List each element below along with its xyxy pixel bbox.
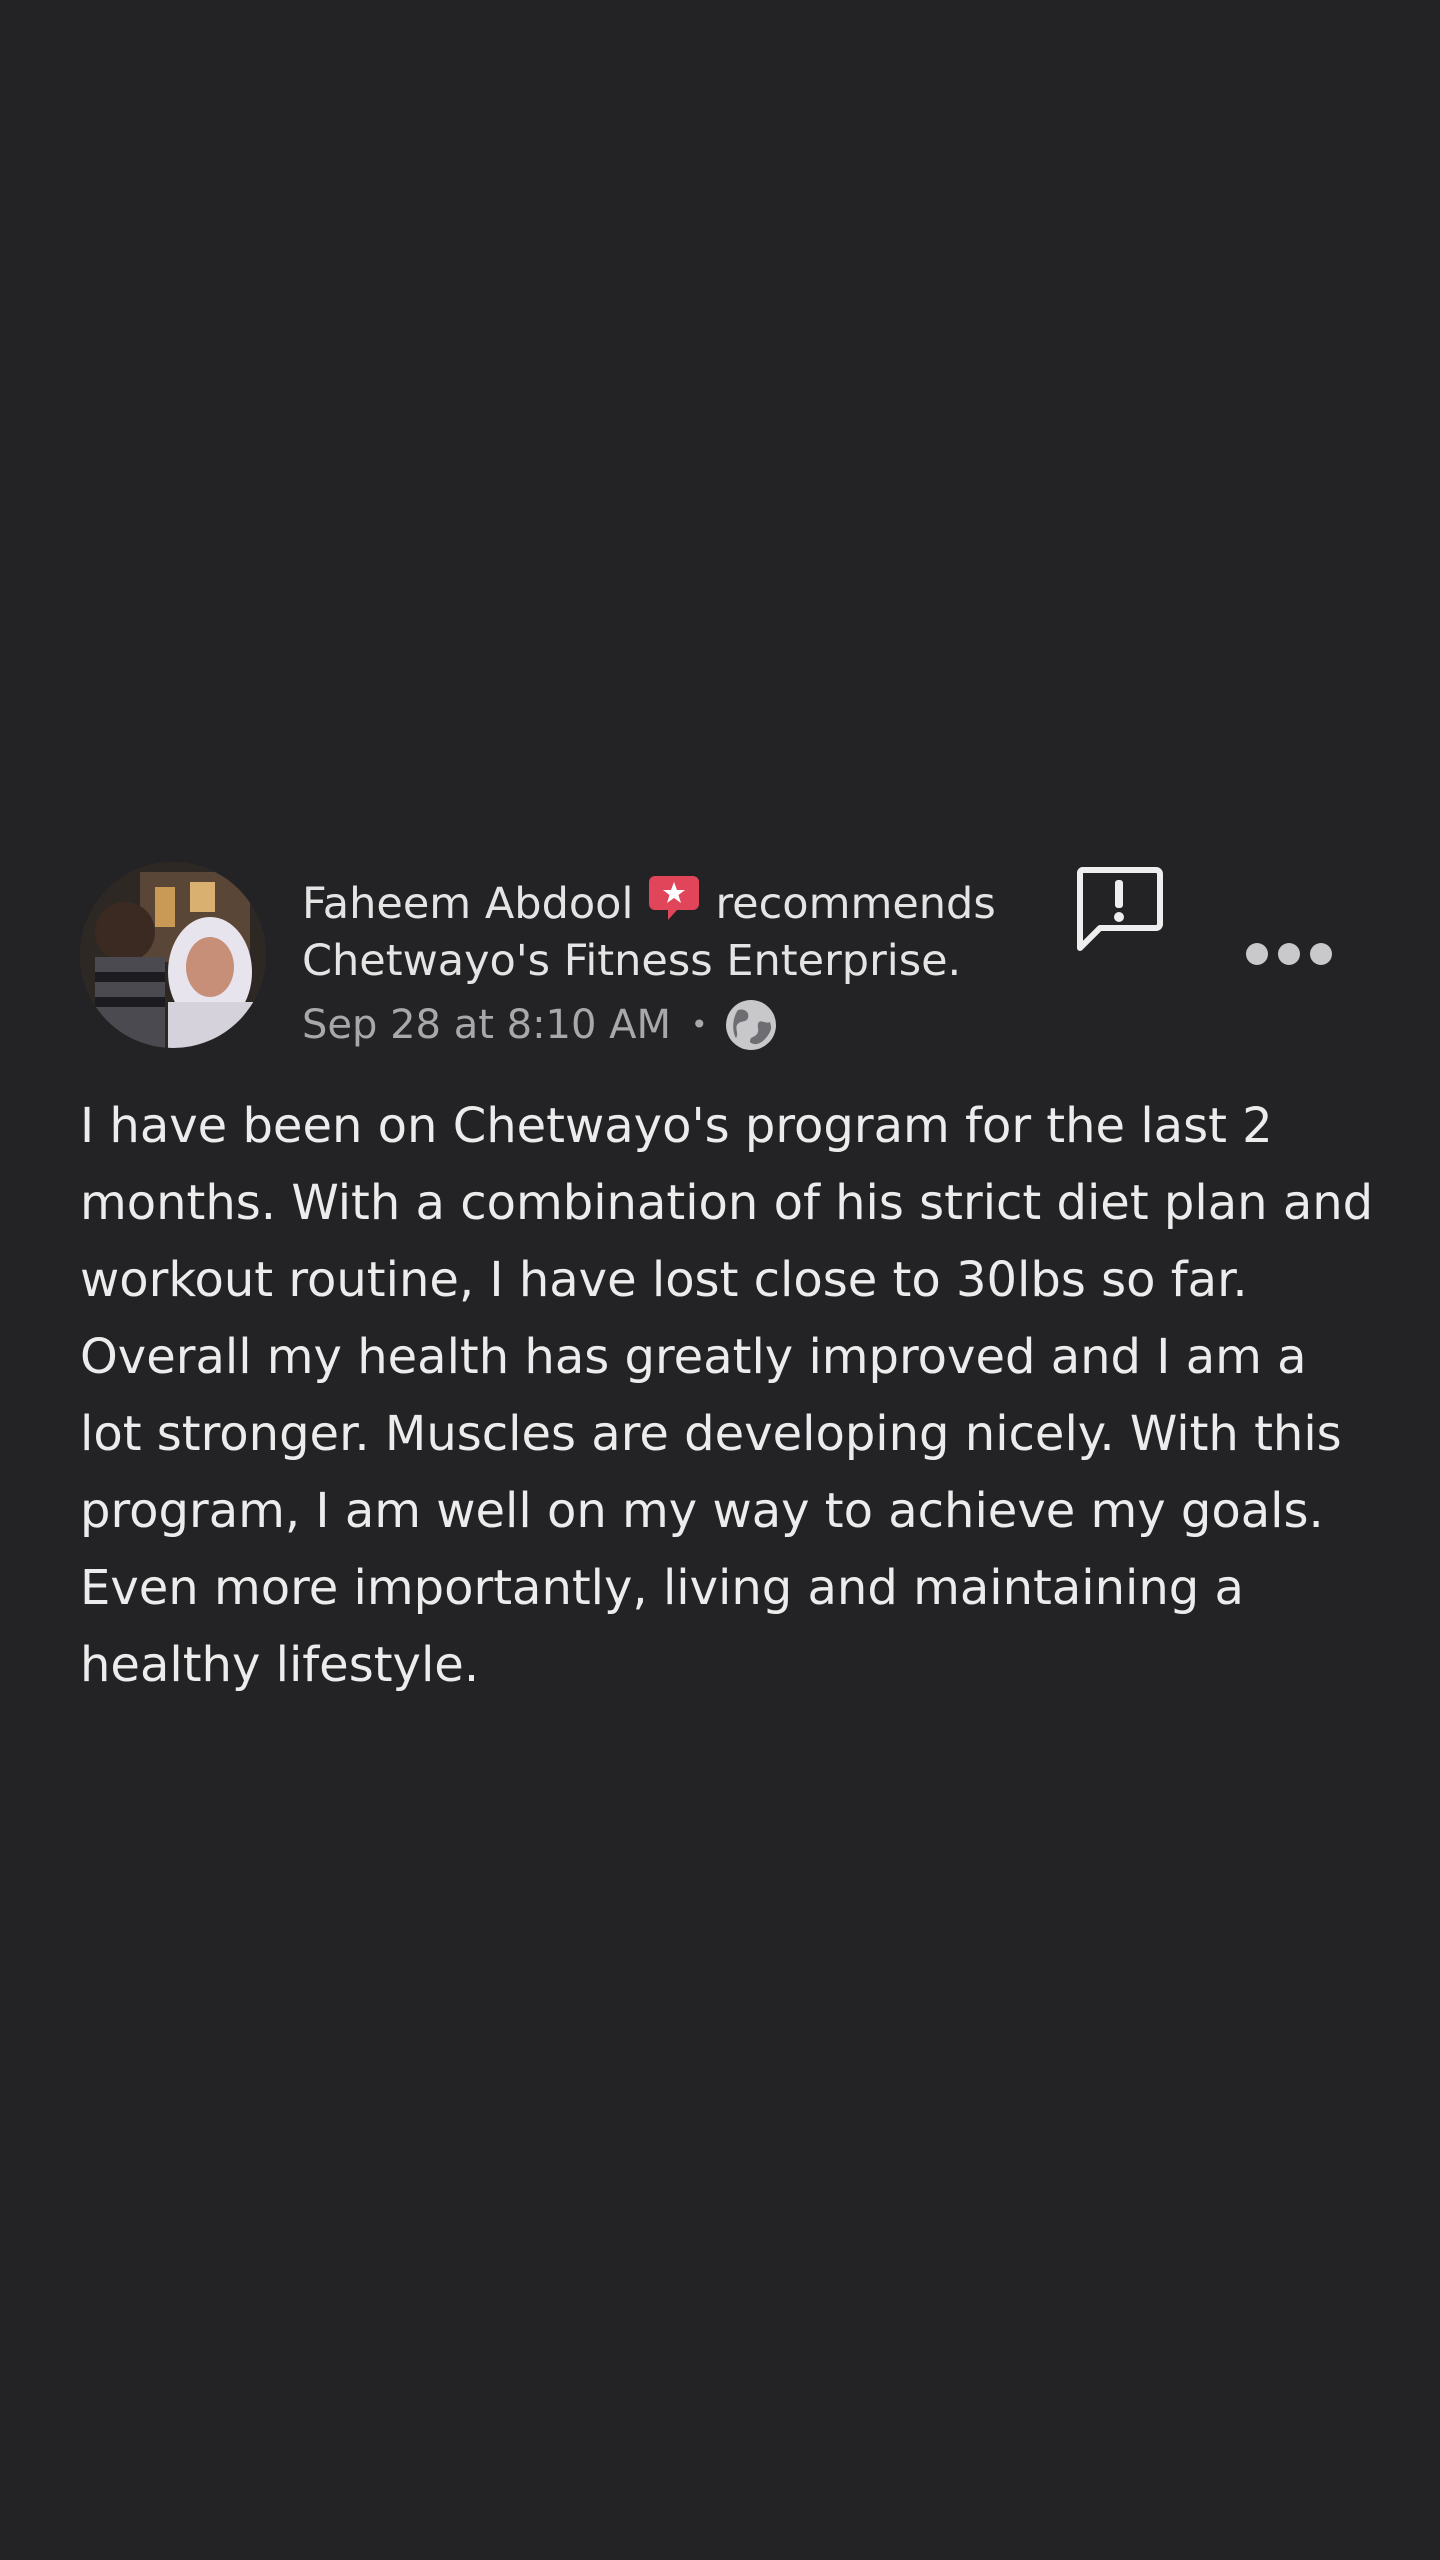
post-timestamp[interactable]: Sep 28 at 8:10 AM bbox=[302, 996, 671, 1054]
page-name[interactable]: Chetwayo's Fitness Enterprise. bbox=[302, 932, 961, 990]
post-meta: Sep 28 at 8:10 AM • bbox=[302, 996, 778, 1054]
author-avatar[interactable] bbox=[80, 862, 266, 1048]
more-options-icon[interactable] bbox=[1246, 934, 1332, 974]
author-name[interactable]: Faheem Abdool bbox=[302, 879, 633, 929]
avatar-photo bbox=[80, 862, 266, 1048]
report-exclamation-icon[interactable] bbox=[1072, 864, 1166, 956]
more-dot bbox=[1278, 943, 1300, 965]
post-header-line-1: Faheem Abdool recommends bbox=[302, 872, 996, 933]
recommendation-post: Faheem Abdool recommends Chetwayo's Fitn… bbox=[0, 0, 1440, 2560]
more-dot bbox=[1310, 943, 1332, 965]
globe-icon bbox=[725, 1000, 776, 1050]
meta-separator: • bbox=[691, 1008, 708, 1041]
recommend-star-bubble-icon bbox=[649, 876, 700, 920]
more-dot bbox=[1246, 943, 1268, 965]
post-body: I have been on Chetwayo's program for th… bbox=[80, 1098, 1374, 1693]
recommends-label: recommends bbox=[715, 879, 996, 929]
